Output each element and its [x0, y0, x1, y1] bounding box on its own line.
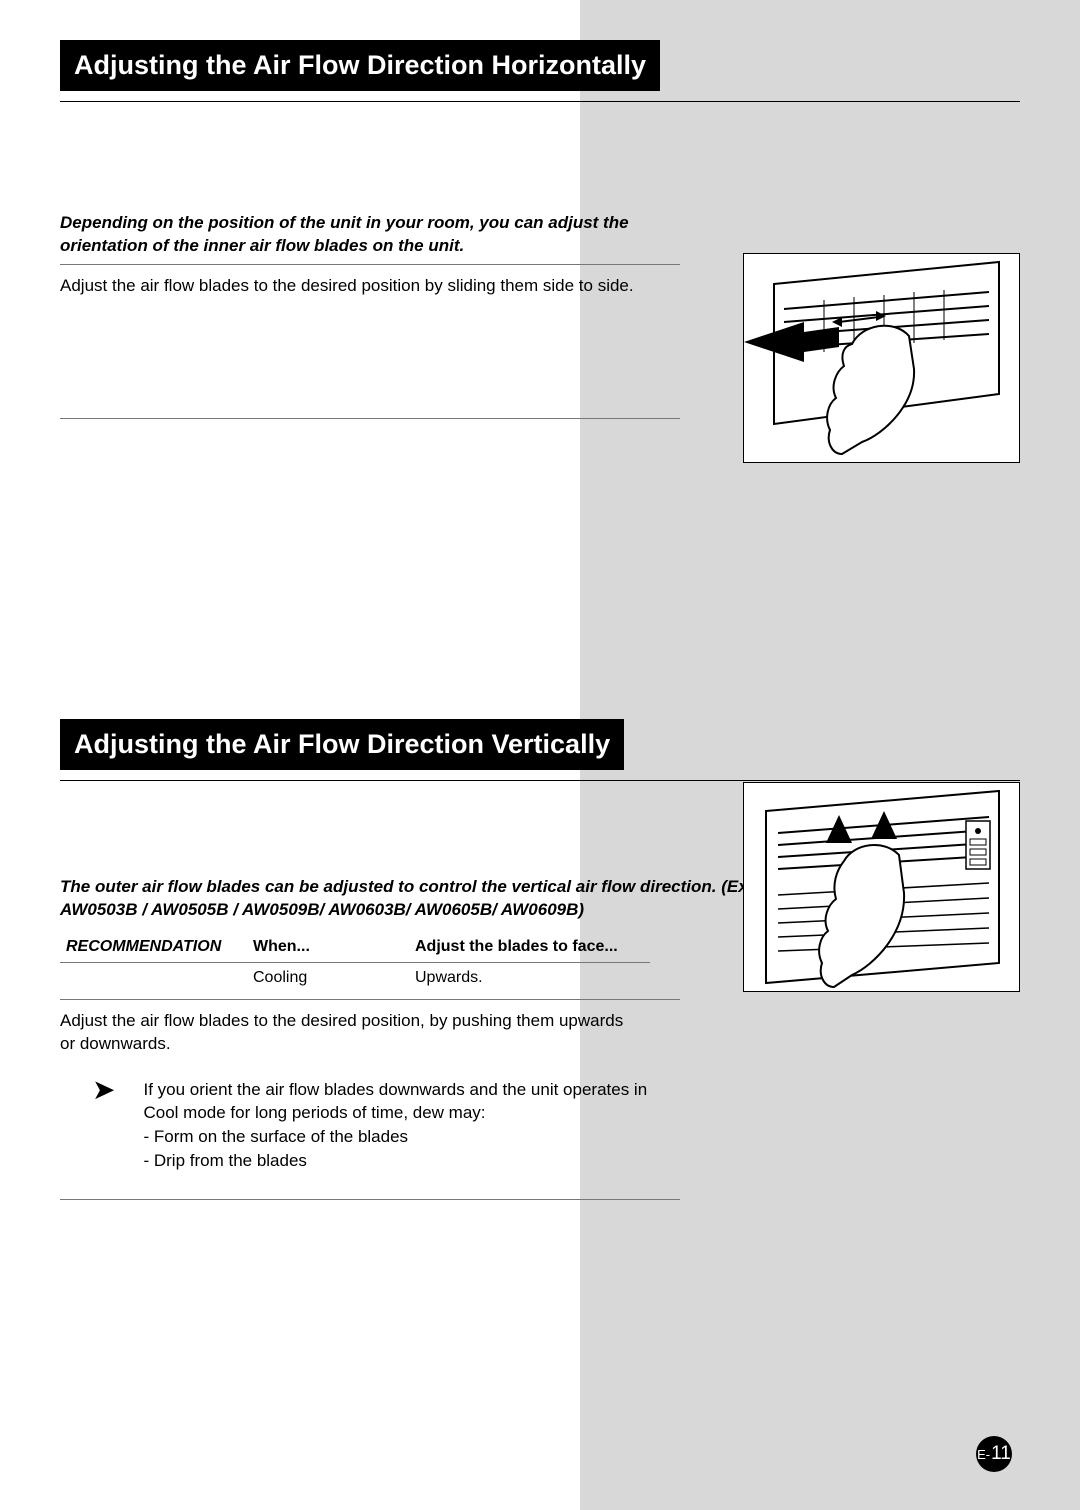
recommendation-table: RECOMMENDATION When... Adjust the blades… [60, 932, 650, 993]
section2-note: ➤ If you orient the air flow blades down… [60, 1078, 700, 1173]
section2-title-underline [60, 780, 1020, 781]
header-recommendation: RECOMMENDATION [60, 932, 247, 963]
section2-intro: The outer air flow blades can be adjuste… [60, 876, 810, 922]
section1-title: Adjusting the Air Flow Direction Horizon… [60, 40, 660, 91]
section2-table-divider [60, 999, 680, 1000]
section2-body: Adjust the air flow blades to the desire… [60, 1010, 640, 1056]
page-prefix: E- [977, 1447, 990, 1462]
page-number: 11 [991, 1443, 1011, 1465]
cell-adjust: Upwards. [409, 962, 650, 993]
section1-intro: Depending on the position of the unit in… [60, 212, 680, 258]
table-header-row: RECOMMENDATION When... Adjust the blades… [60, 932, 650, 963]
header-adjust: Adjust the blades to face... [409, 932, 650, 963]
section2-end-divider [60, 1199, 680, 1200]
figure-vertical-adjust [743, 782, 1020, 992]
section1-title-underline [60, 101, 1020, 102]
header-when: When... [247, 932, 409, 963]
note-lead: If you orient the air flow blades downwa… [143, 1078, 683, 1126]
section1-body: Adjust the air flow blades to the desire… [60, 275, 640, 298]
section2-title: Adjusting the Air Flow Direction Vertica… [60, 719, 624, 770]
note-bullet: - Drip from the blades [143, 1149, 683, 1173]
figure-horizontal-adjust [743, 253, 1020, 463]
section1-end-divider [60, 418, 680, 419]
note-arrow-icon: ➤ [92, 1076, 115, 1104]
cell-when: Cooling [247, 962, 409, 993]
page-number-badge: E-11 [976, 1436, 1012, 1472]
section1-intro-divider [60, 264, 680, 265]
table-row: Cooling Upwards. [60, 962, 650, 993]
note-bullet: - Form on the surface of the blades [143, 1125, 683, 1149]
